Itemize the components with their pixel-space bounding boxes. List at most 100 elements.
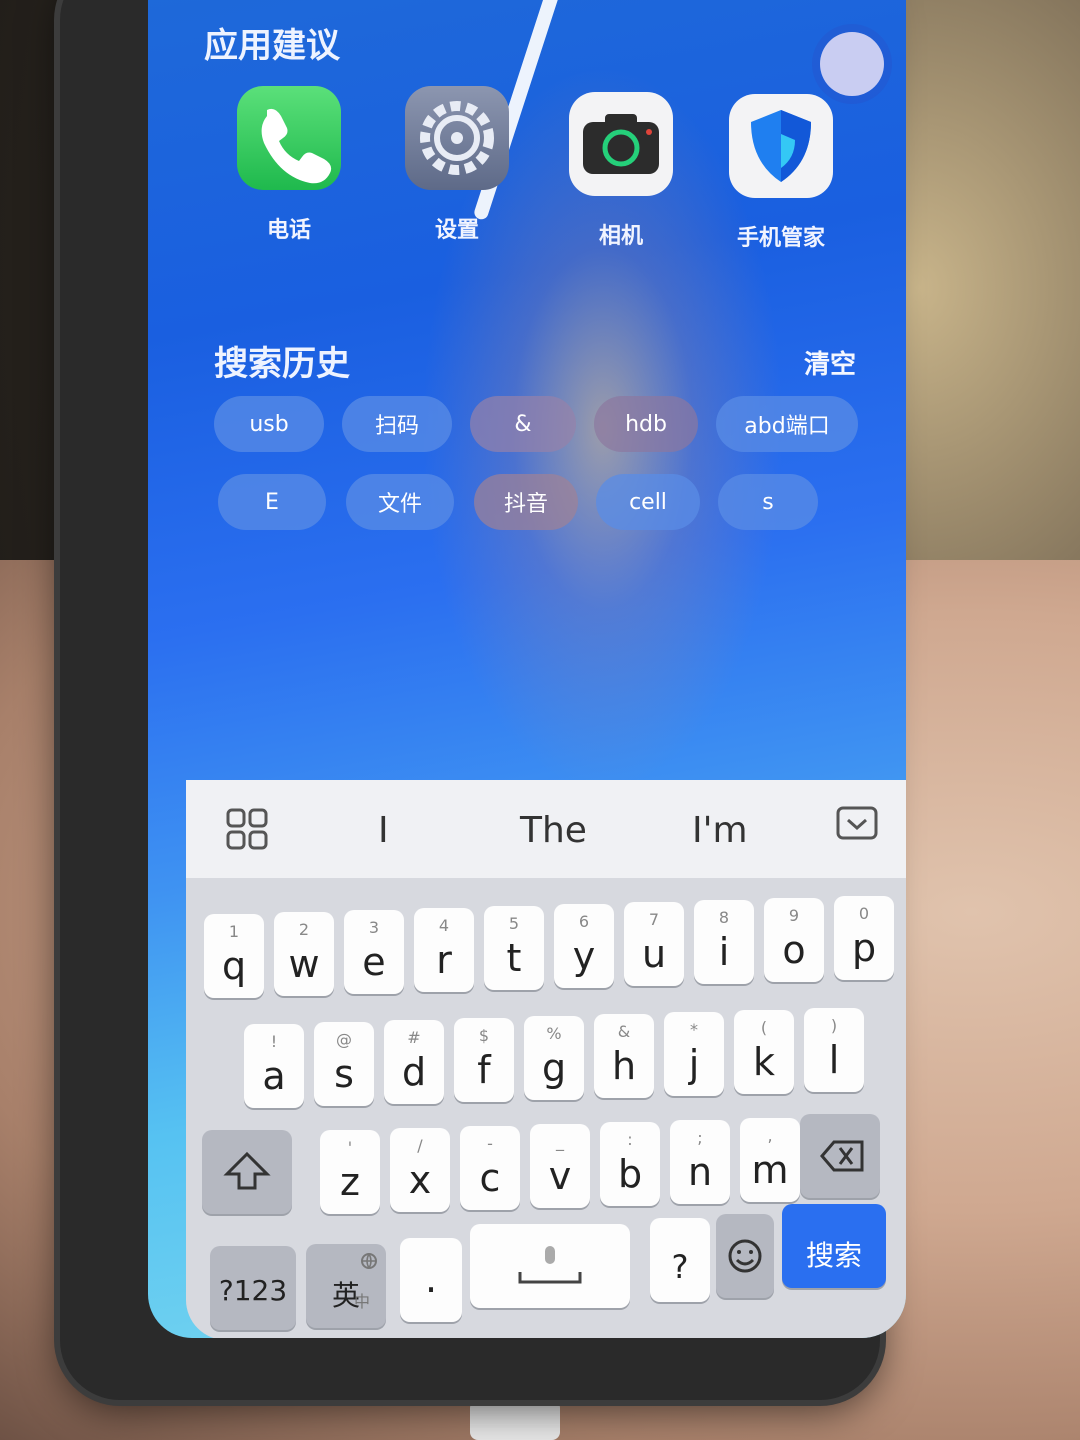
key-label: l <box>828 1038 840 1082</box>
hide-keyboard-icon[interactable] <box>836 806 878 846</box>
key-c[interactable]: -c <box>460 1126 520 1210</box>
key-z[interactable]: ' z <box>320 1130 380 1214</box>
key-label: x <box>408 1158 432 1202</box>
key-label: b <box>617 1152 643 1196</box>
clear-history-button[interactable]: 清空 <box>804 344 856 381</box>
history-chip[interactable]: 扫码 <box>342 396 452 452</box>
key-x[interactable]: / x <box>390 1128 450 1212</box>
key-r[interactable]: 4r <box>414 908 474 992</box>
key-t[interactable]: 5t <box>484 906 544 990</box>
app-phone-manager[interactable]: 手机管家 <box>726 94 836 252</box>
key-l[interactable]: ) l <box>804 1008 864 1092</box>
key-e[interactable]: 3e <box>344 910 404 994</box>
key-f[interactable]: $ f <box>454 1018 514 1102</box>
key-g[interactable]: % g <box>524 1016 584 1100</box>
question-key[interactable]: ? <box>650 1218 710 1302</box>
apps-grid-icon[interactable] <box>226 808 270 856</box>
key-label: k <box>752 1040 775 1084</box>
key-i[interactable]: 8i <box>694 900 754 984</box>
app-suggestions-title: 应用建议 <box>204 26 340 66</box>
floating-assist-ball[interactable] <box>820 32 884 96</box>
key-m[interactable]: ,m <box>740 1118 800 1202</box>
suggestion-bar: I The I'm <box>186 780 906 878</box>
key-secondary-label: 8 <box>718 908 730 927</box>
suggestion-item[interactable]: I <box>378 810 389 851</box>
key-secondary-label: ( <box>760 1018 768 1037</box>
history-chip[interactable]: usb <box>214 396 324 452</box>
usb-cable <box>470 1400 560 1440</box>
space-key[interactable] <box>470 1224 630 1308</box>
key-d[interactable]: # d <box>384 1020 444 1104</box>
history-chip[interactable]: s <box>718 474 818 530</box>
key-h[interactable]: & h <box>594 1014 654 1098</box>
emoji-key[interactable] <box>716 1214 774 1298</box>
key-secondary-label: ; <box>697 1128 703 1147</box>
app-settings[interactable]: 设置 <box>402 86 512 244</box>
key-q[interactable]: 1q <box>204 914 264 998</box>
history-chip[interactable]: 文件 <box>346 474 454 530</box>
key-secondary-label: _ <box>556 1132 564 1151</box>
key-label: n <box>687 1150 713 1194</box>
app-label-phone: 电话 <box>266 218 311 243</box>
key-label: z <box>340 1160 360 1204</box>
key-v[interactable]: _ v <box>530 1124 590 1208</box>
key-p[interactable]: 0p <box>834 896 894 980</box>
key-label: v <box>548 1154 572 1198</box>
key-y[interactable]: 6y <box>554 904 614 988</box>
history-chip[interactable]: hdb <box>594 396 698 452</box>
app-label-phone-manager: 手机管家 <box>736 226 825 251</box>
suggestion-item[interactable]: The <box>520 810 587 851</box>
app-camera[interactable]: 相机 <box>566 92 676 250</box>
backspace-key[interactable] <box>800 1114 880 1198</box>
key-o[interactable]: 9o <box>764 898 824 982</box>
key-secondary-label: 2 <box>298 920 310 939</box>
key-secondary-label: 4 <box>438 916 450 935</box>
app-label-camera: 相机 <box>598 224 643 249</box>
key-label: f <box>477 1048 491 1092</box>
key-u[interactable]: 7u <box>624 902 684 986</box>
key-label: h <box>611 1044 637 1088</box>
key-label: p <box>851 926 877 970</box>
app-phone[interactable]: 电话 <box>234 86 344 244</box>
key-secondary-label: - <box>487 1134 493 1153</box>
history-chip[interactable]: & <box>470 396 576 452</box>
key-secondary-label: # <box>407 1028 421 1047</box>
key-label: g <box>541 1046 567 1090</box>
key-s[interactable]: @ s <box>314 1022 374 1106</box>
key-w[interactable]: 2w <box>274 912 334 996</box>
globe-icon <box>360 1252 378 1274</box>
key-label: w <box>288 942 320 986</box>
key-secondary-label: : <box>627 1130 633 1149</box>
key-secondary-label: 7 <box>648 910 660 929</box>
language-switch-key[interactable]: 英 中 <box>306 1244 386 1328</box>
key-k[interactable]: (k <box>734 1010 794 1094</box>
suggestion-item[interactable]: I'm <box>692 810 748 851</box>
key-label: a <box>262 1054 286 1098</box>
shift-key[interactable] <box>202 1130 292 1214</box>
gear-icon <box>405 86 509 190</box>
key-b[interactable]: :b <box>600 1122 660 1206</box>
history-chip[interactable]: 抖音 <box>474 474 578 530</box>
key-j[interactable]: * j <box>664 1012 724 1096</box>
key-secondary-label: / <box>417 1136 423 1155</box>
history-chip[interactable]: E <box>218 474 326 530</box>
key-label: e <box>362 940 386 984</box>
key-secondary-label: $ <box>478 1026 490 1045</box>
key-secondary-label: ! <box>270 1032 278 1051</box>
number-mode-key[interactable]: ?123 <box>210 1246 296 1330</box>
soft-keyboard: I The I'm 1q2w3e4r5t6y7u8i9o0p ! a @ s # d $ f%… <box>186 780 906 1338</box>
search-key[interactable]: 搜索 <box>782 1204 886 1288</box>
key-label: m <box>751 1148 789 1192</box>
key-secondary-label: & <box>617 1022 631 1041</box>
phone-icon <box>237 86 341 190</box>
key-secondary-label: , <box>767 1126 773 1145</box>
key-label: o <box>782 928 806 972</box>
key-a[interactable]: ! a <box>244 1024 304 1108</box>
key-n[interactable]: ; n <box>670 1120 730 1204</box>
dot-key[interactable]: · <box>400 1238 462 1322</box>
history-chip[interactable]: cell <box>596 474 700 530</box>
key-secondary-label: 3 <box>368 918 380 937</box>
history-chip[interactable]: abd端口 <box>716 396 858 452</box>
key-secondary-label: 0 <box>858 904 870 923</box>
camera-icon <box>569 92 673 196</box>
